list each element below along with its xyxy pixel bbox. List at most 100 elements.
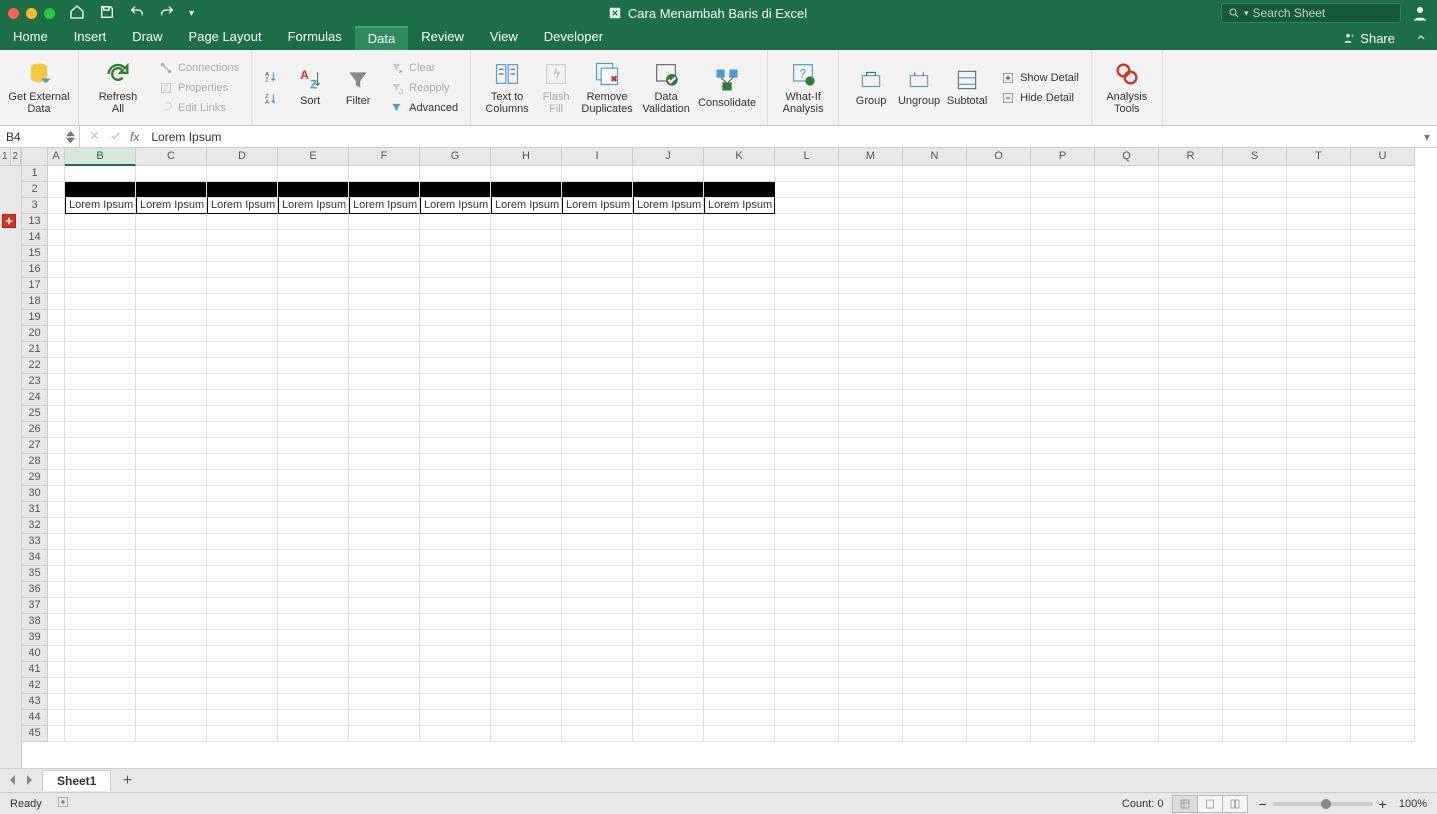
cell-K44[interactable] xyxy=(704,710,775,726)
cell-S24[interactable] xyxy=(1223,390,1287,406)
cell-S30[interactable] xyxy=(1223,486,1287,502)
cell-P24[interactable] xyxy=(1031,390,1095,406)
cell-I35[interactable] xyxy=(562,566,633,582)
cell-N38[interactable] xyxy=(903,614,967,630)
cell-Q45[interactable] xyxy=(1095,726,1159,742)
cell-A35[interactable] xyxy=(48,566,65,582)
cell-K17[interactable] xyxy=(704,278,775,294)
cell-S17[interactable] xyxy=(1223,278,1287,294)
cell-M1[interactable] xyxy=(839,166,903,182)
cell-R44[interactable] xyxy=(1159,710,1223,726)
cell-A40[interactable] xyxy=(48,646,65,662)
cell-B37[interactable] xyxy=(65,598,136,614)
cell-G42[interactable] xyxy=(420,678,491,694)
name-box-stepper[interactable] xyxy=(66,130,75,144)
cell-H2[interactable] xyxy=(491,182,562,198)
expand-formula-bar[interactable]: ▾ xyxy=(1417,130,1437,144)
cell-G16[interactable] xyxy=(420,262,491,278)
cell-D27[interactable] xyxy=(207,438,278,454)
cell-G37[interactable] xyxy=(420,598,491,614)
cell-L32[interactable] xyxy=(775,518,839,534)
cell-J34[interactable] xyxy=(633,550,704,566)
cell-H28[interactable] xyxy=(491,454,562,470)
cell-U34[interactable] xyxy=(1351,550,1415,566)
cell-U1[interactable] xyxy=(1351,166,1415,182)
cell-I42[interactable] xyxy=(562,678,633,694)
cell-B1[interactable] xyxy=(65,166,136,182)
cell-F17[interactable] xyxy=(349,278,420,294)
cell-J35[interactable] xyxy=(633,566,704,582)
cell-I40[interactable] xyxy=(562,646,633,662)
row-header-34[interactable]: 34 xyxy=(22,550,48,566)
sort-button[interactable]: AZ Sort xyxy=(286,67,334,107)
show-detail-button[interactable]: Show Detail xyxy=(997,69,1083,87)
cell-R18[interactable] xyxy=(1159,294,1223,310)
cell-H40[interactable] xyxy=(491,646,562,662)
cell-B31[interactable] xyxy=(65,502,136,518)
cell-C34[interactable] xyxy=(136,550,207,566)
tab-draw[interactable]: Draw xyxy=(119,26,175,50)
cell-C19[interactable] xyxy=(136,310,207,326)
cell-K33[interactable] xyxy=(704,534,775,550)
cell-K24[interactable] xyxy=(704,390,775,406)
cell-Q20[interactable] xyxy=(1095,326,1159,342)
cell-G19[interactable] xyxy=(420,310,491,326)
cell-C43[interactable] xyxy=(136,694,207,710)
cell-K34[interactable] xyxy=(704,550,775,566)
cell-N13[interactable] xyxy=(903,214,967,230)
cell-P20[interactable] xyxy=(1031,326,1095,342)
cell-D17[interactable] xyxy=(207,278,278,294)
cell-A2[interactable] xyxy=(48,182,65,198)
cell-R38[interactable] xyxy=(1159,614,1223,630)
cell-A13[interactable] xyxy=(48,214,65,230)
cell-U43[interactable] xyxy=(1351,694,1415,710)
cell-C13[interactable] xyxy=(136,214,207,230)
cell-D20[interactable] xyxy=(207,326,278,342)
cell-I28[interactable] xyxy=(562,454,633,470)
cell-C40[interactable] xyxy=(136,646,207,662)
cell-D42[interactable] xyxy=(207,678,278,694)
cell-O15[interactable] xyxy=(967,246,1031,262)
column-header-K[interactable]: K xyxy=(704,148,775,166)
cell-S25[interactable] xyxy=(1223,406,1287,422)
cell-U31[interactable] xyxy=(1351,502,1415,518)
cell-H30[interactable] xyxy=(491,486,562,502)
cell-J41[interactable] xyxy=(633,662,704,678)
cell-P32[interactable] xyxy=(1031,518,1095,534)
cell-M3[interactable] xyxy=(839,198,903,214)
cell-L25[interactable] xyxy=(775,406,839,422)
cell-L33[interactable] xyxy=(775,534,839,550)
cell-H22[interactable] xyxy=(491,358,562,374)
cell-R14[interactable] xyxy=(1159,230,1223,246)
cell-G41[interactable] xyxy=(420,662,491,678)
cell-D39[interactable] xyxy=(207,630,278,646)
cell-M28[interactable] xyxy=(839,454,903,470)
cell-F26[interactable] xyxy=(349,422,420,438)
cell-L34[interactable] xyxy=(775,550,839,566)
cell-S35[interactable] xyxy=(1223,566,1287,582)
cell-L45[interactable] xyxy=(775,726,839,742)
row-header-29[interactable]: 29 xyxy=(22,470,48,486)
cell-K2[interactable] xyxy=(704,182,775,198)
cell-U23[interactable] xyxy=(1351,374,1415,390)
cell-T31[interactable] xyxy=(1287,502,1351,518)
cell-T44[interactable] xyxy=(1287,710,1351,726)
cell-Q38[interactable] xyxy=(1095,614,1159,630)
cell-F21[interactable] xyxy=(349,342,420,358)
cell-N22[interactable] xyxy=(903,358,967,374)
cell-P27[interactable] xyxy=(1031,438,1095,454)
cell-N23[interactable] xyxy=(903,374,967,390)
cell-E3[interactable]: Lorem Ipsum xyxy=(278,198,349,214)
cell-T15[interactable] xyxy=(1287,246,1351,262)
cell-S26[interactable] xyxy=(1223,422,1287,438)
cell-U38[interactable] xyxy=(1351,614,1415,630)
cell-H35[interactable] xyxy=(491,566,562,582)
cell-P23[interactable] xyxy=(1031,374,1095,390)
cell-M40[interactable] xyxy=(839,646,903,662)
cell-A43[interactable] xyxy=(48,694,65,710)
cell-C35[interactable] xyxy=(136,566,207,582)
row-header-39[interactable]: 39 xyxy=(22,630,48,646)
cell-T42[interactable] xyxy=(1287,678,1351,694)
cell-R37[interactable] xyxy=(1159,598,1223,614)
cell-U16[interactable] xyxy=(1351,262,1415,278)
